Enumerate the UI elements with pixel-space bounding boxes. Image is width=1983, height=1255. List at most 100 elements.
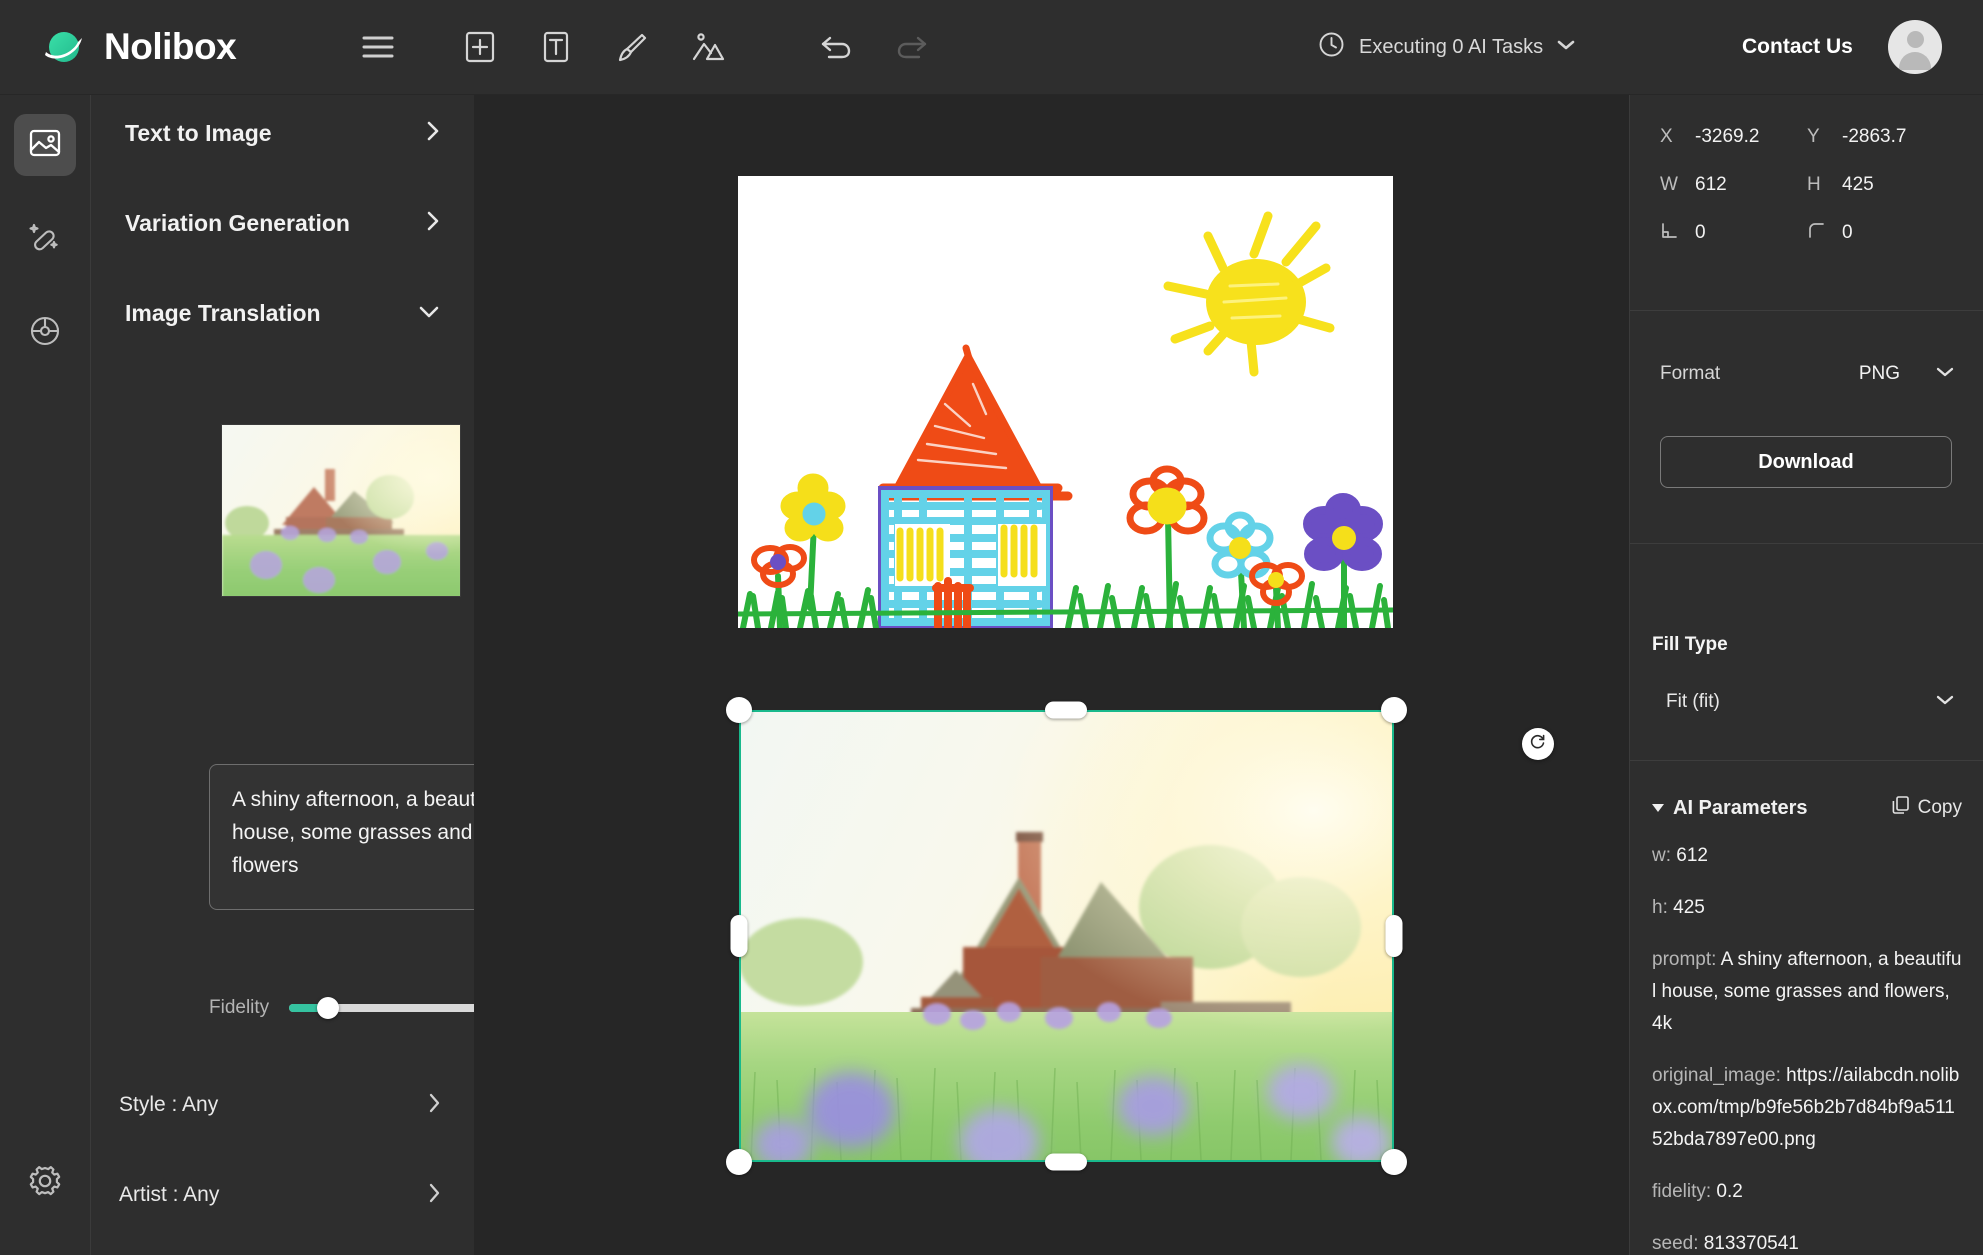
resize-handle-middle-left[interactable] bbox=[731, 915, 748, 957]
clock-icon bbox=[1318, 31, 1345, 63]
field-h[interactable]: H 425 bbox=[1807, 174, 1954, 196]
copy-parameters-button[interactable]: Copy bbox=[1891, 795, 1962, 821]
resize-handle-bottom-right[interactable] bbox=[1381, 1149, 1407, 1175]
x-position-label: X bbox=[1660, 126, 1678, 148]
app-header: Nolibox bbox=[0, 0, 1983, 95]
brush-tool-icon[interactable] bbox=[594, 17, 670, 77]
chevron-right-icon[interactable] bbox=[427, 1182, 441, 1209]
fidelity-label: Fidelity bbox=[209, 997, 269, 1019]
field-w[interactable]: W 612 bbox=[1660, 174, 1807, 196]
chevron-down-icon bbox=[1936, 693, 1954, 711]
resize-handle-bottom-left[interactable] bbox=[726, 1149, 752, 1175]
rotate-handle[interactable] bbox=[1522, 728, 1554, 760]
rotation-value[interactable]: 0 bbox=[1695, 222, 1706, 244]
avatar-head bbox=[1907, 31, 1924, 48]
resize-handle-bottom-center[interactable] bbox=[1045, 1154, 1087, 1171]
rotation-angle-icon bbox=[1660, 221, 1678, 246]
add-frame-icon[interactable] bbox=[442, 17, 518, 77]
corner-radius-value[interactable]: 0 bbox=[1842, 222, 1853, 244]
field-rotation[interactable]: 0 bbox=[1660, 221, 1807, 246]
prompt-input[interactable]: A shiny afternoon, a beautiful house, so… bbox=[209, 764, 474, 910]
y-position-label: Y bbox=[1807, 126, 1825, 148]
x-position-value[interactable]: -3269.2 bbox=[1695, 126, 1759, 148]
accordion-variation-generation[interactable]: Variation Generation bbox=[91, 195, 474, 251]
ai-param-value: 612 bbox=[1676, 845, 1708, 866]
accordion-label: Text to Image bbox=[125, 120, 272, 147]
image-tool-icon[interactable] bbox=[670, 17, 746, 77]
resize-handle-top-right[interactable] bbox=[1381, 697, 1407, 723]
accordion-label: Variation Generation bbox=[125, 210, 350, 237]
sidebar-item-image-generation[interactable] bbox=[14, 114, 76, 176]
height-label: H bbox=[1807, 174, 1825, 196]
width-value[interactable]: 612 bbox=[1695, 174, 1727, 196]
accordion-image-translation[interactable]: Image Translation bbox=[91, 285, 474, 341]
redo-icon[interactable] bbox=[874, 17, 950, 77]
contact-us-link[interactable]: Contact Us bbox=[1742, 35, 1853, 59]
color-wheel-icon bbox=[28, 314, 62, 353]
y-position-value[interactable]: -2863.7 bbox=[1842, 126, 1906, 148]
copy-label: Copy bbox=[1918, 797, 1962, 819]
sidebar-item-settings[interactable] bbox=[14, 1152, 76, 1214]
ai-param-key: h: bbox=[1652, 897, 1668, 918]
header-toolbar bbox=[340, 17, 950, 77]
field-y[interactable]: Y -2863.7 bbox=[1807, 126, 1954, 148]
geometry-row-position: X -3269.2 Y -2863.7 bbox=[1660, 113, 1954, 161]
resize-handle-top-left[interactable] bbox=[726, 697, 752, 723]
ai-param-key: seed: bbox=[1652, 1233, 1698, 1254]
ai-tasks-status[interactable]: Executing 0 AI Tasks bbox=[1318, 31, 1575, 63]
ai-parameters-toggle[interactable]: AI Parameters bbox=[1652, 797, 1808, 820]
nolibox-logo-icon bbox=[42, 24, 88, 70]
sidebar-item-magic-wand[interactable] bbox=[14, 208, 76, 270]
child-crayon-drawing[interactable] bbox=[738, 176, 1393, 628]
option-label: Artist : Any bbox=[119, 1183, 219, 1207]
left-panel: Text to Image Variation Generation Image… bbox=[90, 95, 474, 1255]
resize-handle-top-center[interactable] bbox=[1045, 702, 1087, 719]
fidelity-slider-knob[interactable] bbox=[317, 997, 339, 1019]
format-select[interactable]: PNG bbox=[1859, 363, 1954, 385]
text-tool-icon[interactable] bbox=[518, 17, 594, 77]
corner-radius-icon bbox=[1807, 221, 1825, 246]
chevron-down-icon[interactable] bbox=[417, 302, 441, 324]
undo-icon[interactable] bbox=[798, 17, 874, 77]
reference-image-thumbnail[interactable] bbox=[221, 424, 461, 597]
field-x[interactable]: X -3269.2 bbox=[1660, 126, 1807, 148]
avatar[interactable] bbox=[1888, 20, 1942, 74]
geometry-row-transform: 0 0 bbox=[1660, 209, 1954, 257]
fill-type-select[interactable]: Fit (fit) bbox=[1652, 682, 1968, 722]
accordion-text-to-image[interactable]: Text to Image bbox=[91, 105, 474, 161]
rotate-icon bbox=[1529, 733, 1547, 756]
accordion-label: Image Translation bbox=[125, 300, 321, 327]
fill-type-title: Fill Type bbox=[1652, 634, 1728, 656]
generated-house-photo[interactable] bbox=[739, 710, 1394, 1162]
height-value[interactable]: 425 bbox=[1842, 174, 1874, 196]
chevron-right-icon[interactable] bbox=[427, 1092, 441, 1119]
option-label: Style : Any bbox=[119, 1093, 218, 1117]
left-rail bbox=[0, 95, 90, 1255]
chevron-right-icon[interactable] bbox=[425, 119, 441, 147]
ai-param-value: 813370541 bbox=[1704, 1233, 1799, 1254]
ai-param-value: 425 bbox=[1673, 897, 1705, 918]
ai-tasks-label: Executing 0 AI Tasks bbox=[1359, 36, 1543, 59]
brand-name: Nolibox bbox=[104, 26, 236, 68]
ai-param-fidelity: fidelity: 0.2 bbox=[1652, 1176, 1962, 1208]
divider-1 bbox=[1630, 310, 1983, 311]
hamburger-menu-icon[interactable] bbox=[340, 17, 416, 77]
field-corner-radius[interactable]: 0 bbox=[1807, 221, 1954, 246]
sidebar-item-color-wheel[interactable] bbox=[14, 302, 76, 364]
ai-param-seed: seed: 813370541 bbox=[1652, 1228, 1962, 1255]
fidelity-slider[interactable] bbox=[289, 1004, 474, 1012]
option-style[interactable]: Style : Any bbox=[91, 1080, 474, 1130]
canvas-area[interactable] bbox=[474, 95, 1629, 1255]
ai-param-value: 0.2 bbox=[1716, 1181, 1742, 1202]
app-root: Nolibox bbox=[0, 0, 1983, 1255]
copy-icon bbox=[1891, 795, 1911, 821]
ai-param-key: w: bbox=[1652, 845, 1671, 866]
fill-type-value: Fit (fit) bbox=[1666, 691, 1720, 713]
download-button[interactable]: Download bbox=[1660, 436, 1952, 488]
option-artist[interactable]: Artist : Any bbox=[91, 1170, 474, 1220]
ai-parameters-header: AI Parameters Copy bbox=[1630, 788, 1983, 828]
brand[interactable]: Nolibox bbox=[0, 24, 340, 70]
resize-handle-middle-right[interactable] bbox=[1386, 915, 1403, 957]
chevron-right-icon[interactable] bbox=[425, 209, 441, 237]
chevron-down-icon[interactable] bbox=[1557, 38, 1575, 56]
